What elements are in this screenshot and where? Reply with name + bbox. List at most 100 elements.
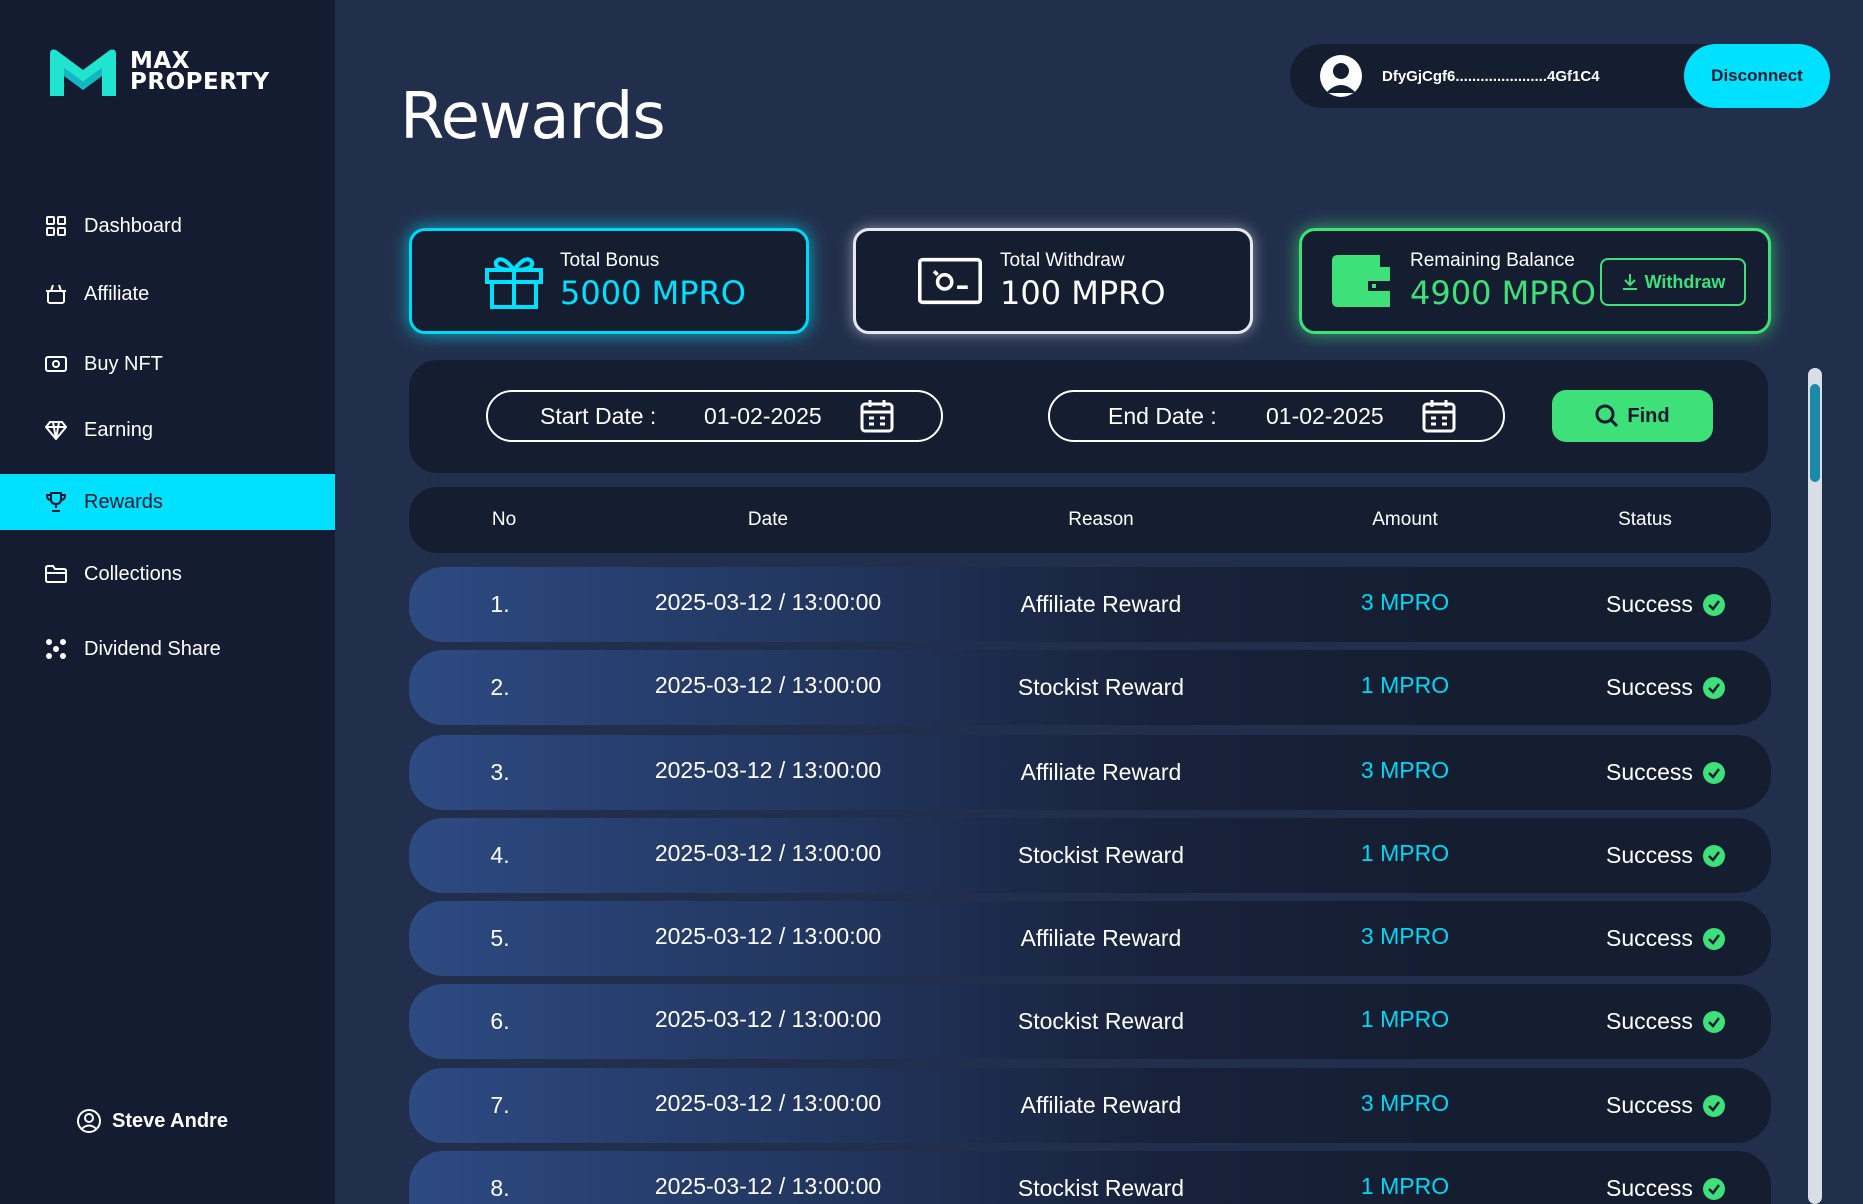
row-amount: 1 MPRO — [1360, 1173, 1450, 1199]
nodes-icon — [44, 637, 68, 661]
row-status: Success — [1606, 1008, 1725, 1035]
status-text: Success — [1606, 842, 1693, 868]
wallet-avatar-icon — [1320, 55, 1362, 97]
sidebar-item-buy-nft[interactable]: Buy NFT — [0, 336, 335, 392]
cash-icon — [44, 352, 68, 376]
row-no: 8. — [490, 1175, 510, 1201]
wallet-icon — [1330, 249, 1394, 313]
row-status: Success — [1606, 759, 1725, 786]
withdraw-button[interactable]: Withdraw — [1600, 258, 1746, 306]
sidebar-item-collections[interactable]: Collections — [0, 546, 335, 602]
sidebar-item-rewards[interactable]: Rewards — [0, 474, 335, 530]
row-status: Success — [1606, 925, 1725, 952]
brand-line-2: PROPERTY — [130, 69, 270, 95]
row-date: 2025-03-12 / 13:00:00 — [654, 923, 882, 949]
sidebar-item-label: Buy NFT — [84, 352, 163, 375]
table-row[interactable]: 8. 2025-03-12 / 13:00:00 Stockist Reward… — [409, 1151, 1771, 1204]
sidebar-item-label: Rewards — [84, 490, 163, 513]
row-no: 7. — [490, 1092, 510, 1118]
status-text: Success — [1606, 674, 1693, 700]
brand-logo[interactable]: MAX PROPERTY — [46, 44, 270, 100]
table-row[interactable]: 3. 2025-03-12 / 13:00:00 Affiliate Rewar… — [409, 735, 1771, 810]
row-date: 2025-03-12 / 13:00:00 — [654, 589, 882, 615]
row-date: 2025-03-12 / 13:00:00 — [654, 1006, 882, 1032]
status-text: Success — [1606, 925, 1693, 951]
row-reason: Stockist Reward — [1017, 674, 1185, 700]
row-date: 2025-03-12 / 13:00:00 — [654, 672, 882, 698]
check-circle-icon — [1702, 676, 1725, 699]
end-date-label: End Date : — [1108, 402, 1217, 429]
diamond-icon — [44, 418, 68, 442]
table-row[interactable]: 5. 2025-03-12 / 13:00:00 Affiliate Rewar… — [409, 901, 1771, 976]
folder-icon — [44, 562, 68, 586]
total-bonus-card: Total Bonus 5000 MPRO — [409, 228, 809, 334]
row-reason: Affiliate Reward — [1020, 925, 1182, 951]
row-reason: Affiliate Reward — [1020, 591, 1182, 617]
end-date-field[interactable]: End Date : 01-02-2025 — [1048, 390, 1505, 442]
column-header-amount: Amount — [1372, 509, 1438, 530]
table-row[interactable]: 2. 2025-03-12 / 13:00:00 Stockist Reward… — [409, 650, 1771, 725]
cash-register-icon — [918, 249, 982, 313]
row-date: 2025-03-12 / 13:00:00 — [654, 1090, 882, 1116]
card-value: 100 MPRO — [1000, 274, 1166, 312]
sidebar-item-dividend-share[interactable]: Dividend Share — [0, 621, 335, 677]
date-filter-bar: Start Date : 01-02-2025 End Date : 01-02… — [409, 360, 1768, 473]
disconnect-button[interactable]: Disconnect — [1684, 44, 1830, 108]
wallet-address: DfyGjCgf6......................4Gf1C4 — [1382, 67, 1600, 85]
user-profile[interactable]: Steve Andre — [76, 1108, 228, 1134]
row-reason: Affiliate Reward — [1020, 759, 1182, 785]
gift-icon — [482, 249, 546, 313]
row-no: 2. — [490, 674, 510, 700]
row-amount: 1 MPRO — [1360, 840, 1450, 866]
column-header-date: Date — [747, 509, 789, 530]
sidebar: MAX PROPERTY Dashboard Affiliate Buy NFT… — [0, 0, 335, 1204]
sidebar-item-dashboard[interactable]: Dashboard — [0, 198, 335, 254]
card-label: Remaining Balance — [1410, 250, 1575, 271]
check-circle-icon — [1702, 593, 1725, 616]
wallet-bar: DfyGjCgf6......................4Gf1C4 Di… — [1290, 44, 1830, 108]
row-status: Success — [1606, 1092, 1725, 1119]
table-row[interactable]: 7. 2025-03-12 / 13:00:00 Affiliate Rewar… — [409, 1068, 1771, 1143]
row-no: 1. — [490, 591, 510, 617]
status-text: Success — [1606, 1092, 1693, 1118]
check-circle-icon — [1702, 1177, 1725, 1200]
scrollbar-track[interactable] — [1808, 368, 1822, 1204]
row-status: Success — [1606, 1175, 1725, 1202]
row-reason: Affiliate Reward — [1020, 1092, 1182, 1118]
status-text: Success — [1606, 759, 1693, 785]
row-date: 2025-03-12 / 13:00:00 — [654, 840, 882, 866]
page-title: Rewards — [400, 80, 666, 154]
row-status: Success — [1606, 674, 1725, 701]
basket-icon — [44, 282, 68, 306]
row-no: 5. — [490, 925, 510, 951]
column-header-reason: Reason — [1068, 509, 1134, 530]
column-header-no: No — [491, 509, 517, 530]
row-no: 6. — [490, 1008, 510, 1034]
table-row[interactable]: 4. 2025-03-12 / 13:00:00 Stockist Reward… — [409, 818, 1771, 893]
row-status: Success — [1606, 842, 1725, 869]
calendar-icon[interactable] — [1422, 399, 1456, 433]
row-amount: 3 MPRO — [1360, 757, 1450, 783]
card-label: Total Bonus — [560, 250, 660, 271]
row-reason: Stockist Reward — [1017, 1008, 1185, 1034]
row-no: 3. — [490, 759, 510, 785]
find-button-label: Find — [1627, 404, 1670, 427]
withdraw-button-label: Withdraw — [1644, 271, 1726, 292]
user-name: Steve Andre — [112, 1109, 228, 1132]
row-amount: 3 MPRO — [1360, 589, 1450, 615]
total-withdraw-card: Total Withdraw 100 MPRO — [853, 228, 1253, 334]
check-circle-icon — [1702, 927, 1725, 950]
table-row[interactable]: 6. 2025-03-12 / 13:00:00 Stockist Reward… — [409, 984, 1771, 1059]
find-button[interactable]: Find — [1552, 390, 1713, 442]
table-row[interactable]: 1. 2025-03-12 / 13:00:00 Affiliate Rewar… — [409, 567, 1771, 642]
scrollbar-thumb[interactable] — [1810, 384, 1820, 482]
search-icon — [1595, 404, 1619, 428]
calendar-icon[interactable] — [860, 399, 894, 433]
sidebar-item-earning[interactable]: Earning — [0, 402, 335, 458]
row-date: 2025-03-12 / 13:00:00 — [654, 757, 882, 783]
start-date-label: Start Date : — [540, 402, 657, 429]
row-status: Success — [1606, 591, 1725, 618]
start-date-field[interactable]: Start Date : 01-02-2025 — [486, 390, 943, 442]
sidebar-item-affiliate[interactable]: Affiliate — [0, 266, 335, 322]
row-amount: 1 MPRO — [1360, 672, 1450, 698]
